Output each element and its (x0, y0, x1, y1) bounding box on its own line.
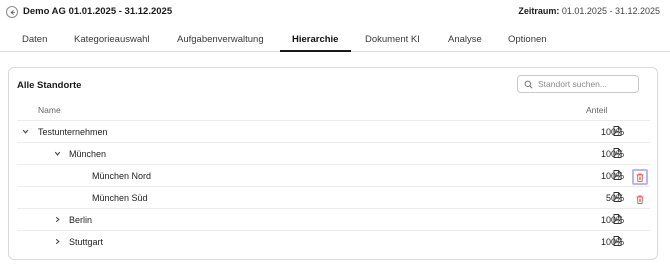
table-row: München Süd 50% (17, 186, 650, 208)
document-button[interactable] (613, 126, 622, 136)
document-button[interactable] (613, 148, 622, 158)
document-icon (613, 236, 622, 246)
row-name: München Süd (92, 193, 148, 203)
tab-daten[interactable]: Daten (22, 34, 47, 45)
row-name: Stuttgart (69, 237, 104, 247)
search-icon (524, 80, 533, 88)
document-icon (613, 148, 622, 158)
table-row: München 100% (17, 142, 650, 164)
locations-panel: Alle Standorte Name Anteil Testunternehm… (8, 67, 658, 260)
chevron-down-icon (54, 151, 61, 156)
tab-analyse[interactable]: Analyse (448, 34, 482, 45)
document-icon (613, 192, 622, 202)
tab-aufgabenverwaltung[interactable]: Aufgabenverwaltung (177, 34, 264, 45)
search-input[interactable] (538, 79, 638, 89)
document-icon (613, 170, 622, 180)
back-button[interactable] (6, 6, 18, 18)
trash-icon (636, 173, 644, 182)
document-button[interactable] (613, 236, 622, 246)
delete-button[interactable] (632, 169, 648, 185)
expand-toggle[interactable] (21, 127, 30, 136)
column-header-share: Anteil (586, 105, 608, 115)
tab-bar: Daten Kategorieauswahl Aufgabenverwaltun… (0, 28, 670, 52)
app-title: Demo AG 01.01.2025 - 31.12.2025 (23, 6, 173, 17)
active-tab-indicator (280, 50, 351, 52)
row-name: München Nord (92, 171, 152, 181)
panel-title: Alle Standorte (17, 80, 82, 91)
trash-icon (636, 195, 644, 204)
expand-toggle[interactable] (53, 149, 62, 158)
top-bar: Demo AG 01.01.2025 - 31.12.2025 Zeitraum… (0, 0, 670, 24)
chevron-right-icon (55, 216, 60, 223)
period-value: 01.01.2025 - 31.12.2025 (561, 6, 660, 16)
expand-toggle[interactable] (53, 237, 62, 246)
chevron-right-icon (55, 238, 60, 245)
table-row: Berlin 100% (17, 208, 650, 230)
row-name: München (69, 149, 107, 159)
chevron-down-icon (22, 129, 29, 134)
delete-button[interactable] (632, 191, 648, 207)
period-label: Zeitraum: (518, 6, 560, 16)
table-row: Stuttgart 100% (17, 230, 650, 252)
tab-optionen[interactable]: Optionen (508, 34, 547, 45)
tab-hierarchie[interactable]: Hierarchie (292, 34, 338, 45)
row-name: Testunternehmen (38, 127, 108, 137)
expand-toggle[interactable] (53, 215, 62, 224)
document-button[interactable] (613, 214, 622, 224)
document-icon (613, 214, 622, 224)
period-display: Zeitraum: 01.01.2025 - 31.12.2025 (518, 6, 660, 16)
column-header-name: Name (38, 105, 61, 115)
tab-kategorieauswahl[interactable]: Kategorieauswahl (74, 34, 150, 45)
document-button[interactable] (613, 170, 622, 180)
row-name: Berlin (69, 215, 93, 225)
location-search[interactable] (517, 75, 639, 93)
table-row: München Nord 100% (17, 164, 650, 186)
table-row: Testunternehmen 100% (17, 120, 650, 142)
document-icon (613, 126, 622, 136)
tab-dokument-ki[interactable]: Dokument KI (365, 34, 420, 45)
document-button[interactable] (613, 192, 622, 202)
arrow-left-icon (9, 9, 15, 15)
